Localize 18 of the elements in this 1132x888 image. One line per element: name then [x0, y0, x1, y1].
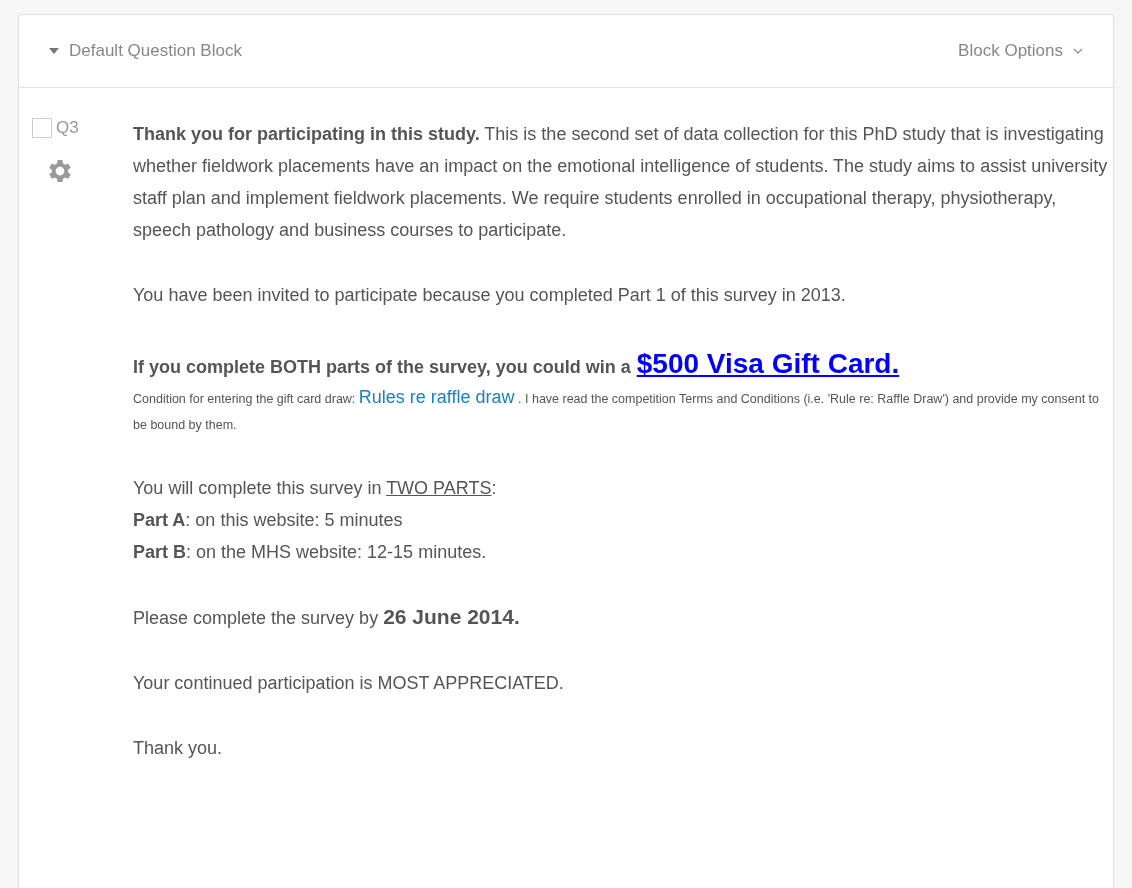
intro-paragraph: Thank you for participating in this study. This is the second set of data collection for this PhD study that is investigating whether fieldwork placements have an impact on the emotional intelligence of students. The study aims to assist university staff plan and implement fieldwork placements. We require students enrolled in occupational therapy, physiotherapy, speech pathology and business courses to participate. [133, 123, 1108, 242]
part-description: Part A: on this website: 5 minutes [133, 509, 404, 532]
deadline-text: Please complete the survey by 26 June 2014. [133, 604, 521, 630]
chevron-down-icon [1073, 48, 1083, 54]
closing-text: Your continued participation is MOST APPRECIATED. [133, 672, 565, 695]
parts-intro-text: You will complete this survey in TWO PARTS: [133, 477, 498, 500]
gift-card-link[interactable]: $500 Visa Gift Card. [636, 344, 900, 384]
part-description: Part B: on the MHS website: 12-15 minutes. [133, 541, 488, 564]
block-options-button[interactable]: Block Options [958, 41, 1083, 61]
prize-text: If you complete BOTH parts of the survey, you could win a [133, 356, 631, 379]
block-toggle[interactable]: Default Question Block [49, 41, 242, 61]
closing-text: Thank you. [133, 737, 224, 760]
condition-text: Condition for entering the gift card draw: Rules re raffle draw . I have read the competition Terms and Conditions (i.e. 'Rule re: Raffle Draw') and provide my consent to be bound by them. [133, 386, 1101, 434]
question-number: Q3 [56, 118, 79, 138]
raffle-rules-link[interactable]: Rules re raffle draw [358, 387, 515, 407]
invitation-text: You have been invited to participate because you completed Part 1 of this survey in 2013. [133, 284, 847, 307]
question-checkbox[interactable] [32, 118, 52, 138]
caret-icon [49, 48, 59, 54]
